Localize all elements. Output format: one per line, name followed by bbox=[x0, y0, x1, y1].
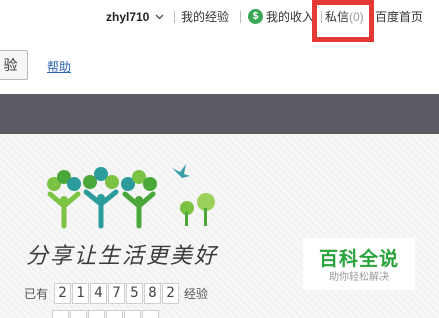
digit: 4 bbox=[90, 282, 108, 304]
digit-box-empty bbox=[70, 310, 87, 318]
separator bbox=[240, 11, 241, 23]
digit-boxes-second-row bbox=[52, 310, 160, 318]
coin-icon: $ bbox=[248, 9, 263, 24]
slogan: 分享让生活更美好 bbox=[26, 244, 219, 269]
digit-box-empty bbox=[88, 310, 105, 318]
baidu-home-link[interactable]: 百度首页 bbox=[375, 9, 423, 25]
digit: 8 bbox=[144, 282, 162, 304]
my-income-link[interactable]: 我的收入 bbox=[266, 9, 314, 25]
digit: 5 bbox=[126, 282, 144, 304]
digit-box-empty bbox=[124, 310, 141, 318]
digit: 7 bbox=[108, 282, 126, 304]
digit-box-empty bbox=[142, 310, 159, 318]
baike-badge[interactable]: 百科全说 助你轻松解决 bbox=[303, 238, 415, 290]
digit-boxes: 2 1 4 7 5 8 2 bbox=[54, 282, 180, 304]
highlight-annotation bbox=[312, 0, 374, 42]
digit: 2 bbox=[54, 282, 72, 304]
username-link[interactable]: zhyl710 bbox=[106, 9, 149, 25]
digit-box-empty bbox=[106, 310, 123, 318]
my-experience-link[interactable]: 我的经验 bbox=[181, 9, 229, 25]
count-suffix: 经验 bbox=[184, 286, 209, 301]
people-tree-logo bbox=[47, 164, 215, 229]
experience-counter: 已有 2 1 4 7 5 8 2 经验 bbox=[24, 282, 208, 304]
digit: 2 bbox=[162, 282, 180, 304]
digit: 1 bbox=[72, 282, 90, 304]
separator bbox=[174, 11, 175, 23]
chevron-down-icon[interactable] bbox=[155, 12, 164, 21]
search-button[interactable]: 验 bbox=[0, 50, 28, 80]
help-link[interactable]: 帮助 bbox=[47, 58, 71, 75]
badge-subtitle: 助你轻松解决 bbox=[329, 272, 389, 283]
nav-bar bbox=[0, 94, 439, 134]
digit-box-empty bbox=[52, 310, 69, 318]
count-prefix: 已有 bbox=[24, 286, 49, 301]
badge-title: 百科全说 bbox=[318, 249, 399, 270]
